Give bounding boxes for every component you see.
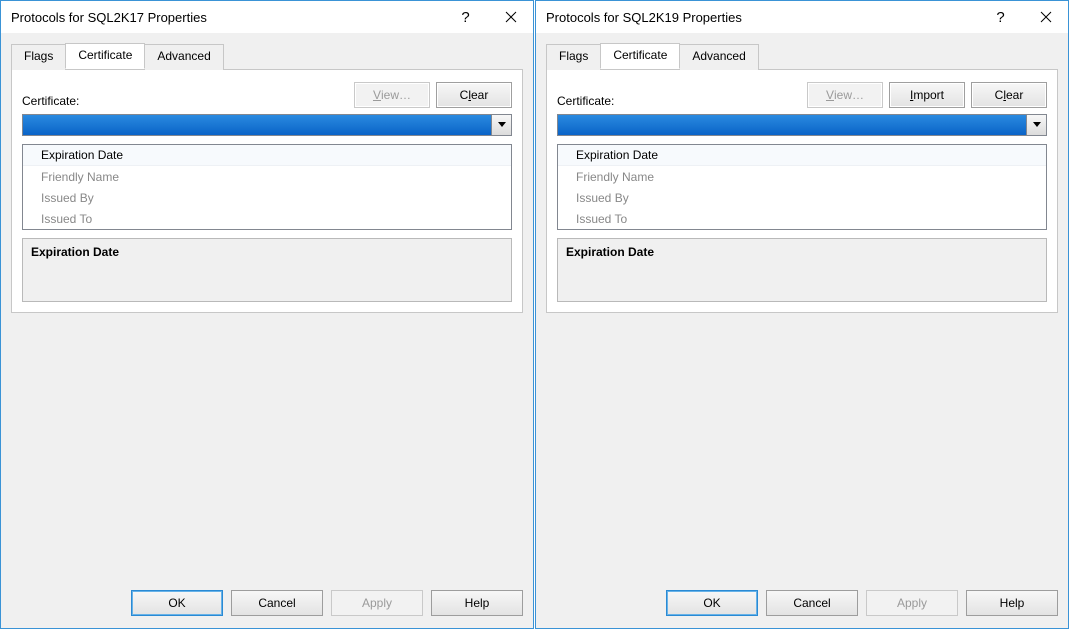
tab-flags[interactable]: Flags xyxy=(11,44,66,70)
description-title: Expiration Date xyxy=(31,245,503,259)
properties-grid: Expiration Date Friendly Name Issued By … xyxy=(22,144,512,230)
tab-panel-certificate: Certificate: View… Clear Expiration Date… xyxy=(11,69,523,313)
window-title: Protocols for SQL2K19 Properties xyxy=(546,10,978,25)
grid-cell-label: Expiration Date xyxy=(23,148,253,162)
help-button[interactable]: ? xyxy=(443,2,488,32)
description-box: Expiration Date xyxy=(557,238,1047,302)
grid-cell-label: Issued By xyxy=(23,191,253,205)
grid-row[interactable]: Issued By xyxy=(23,187,511,208)
grid-cell-label: Issued By xyxy=(558,191,788,205)
certificate-label: Certificate: xyxy=(22,94,79,108)
close-icon xyxy=(505,11,517,23)
cancel-button[interactable]: Cancel xyxy=(766,590,858,616)
grid-cell-label: Friendly Name xyxy=(23,170,253,184)
certificate-combo[interactable] xyxy=(557,114,1047,136)
certificate-combo-field[interactable] xyxy=(23,115,491,135)
description-box: Expiration Date xyxy=(22,238,512,302)
description-title: Expiration Date xyxy=(566,245,1038,259)
close-button[interactable] xyxy=(488,2,533,32)
tab-certificate[interactable]: Certificate xyxy=(600,43,680,69)
tab-certificate[interactable]: Certificate xyxy=(65,43,145,69)
grid-cell-label: Issued To xyxy=(558,212,788,226)
grid-row[interactable]: Issued To xyxy=(558,208,1046,229)
certificate-combo-button[interactable] xyxy=(1026,115,1046,135)
grid-cell-label: Friendly Name xyxy=(558,170,788,184)
grid-row[interactable]: Expiration Date xyxy=(558,145,1046,166)
grid-row[interactable]: Issued By xyxy=(558,187,1046,208)
view-button[interactable]: View… xyxy=(807,82,883,108)
tab-advanced[interactable]: Advanced xyxy=(144,44,223,70)
chevron-down-icon xyxy=(1033,122,1041,128)
properties-grid: Expiration Date Friendly Name Issued By … xyxy=(557,144,1047,230)
tab-strip: Flags Certificate Advanced xyxy=(11,43,523,69)
dialog-sql2k17: Protocols for SQL2K17 Properties ? Flags… xyxy=(0,0,534,629)
close-button[interactable] xyxy=(1023,2,1068,32)
cancel-button[interactable]: Cancel xyxy=(231,590,323,616)
certificate-combo-button[interactable] xyxy=(491,115,511,135)
grid-row[interactable]: Friendly Name xyxy=(558,166,1046,187)
dialog-button-row: OK Cancel Apply Help xyxy=(536,578,1068,628)
apply-button[interactable]: Apply xyxy=(331,590,423,616)
apply-button[interactable]: Apply xyxy=(866,590,958,616)
clear-button[interactable]: Clear xyxy=(436,82,512,108)
titlebar: Protocols for SQL2K19 Properties ? xyxy=(536,1,1068,33)
dialog-sql2k19: Protocols for SQL2K19 Properties ? Flags… xyxy=(535,0,1069,629)
close-icon xyxy=(1040,11,1052,23)
tab-flags[interactable]: Flags xyxy=(546,44,601,70)
certificate-combo[interactable] xyxy=(22,114,512,136)
tab-panel-certificate: Certificate: View… Import Clear Expirati… xyxy=(546,69,1058,313)
titlebar: Protocols for SQL2K17 Properties ? xyxy=(1,1,533,33)
help-button-bottom[interactable]: Help xyxy=(966,590,1058,616)
client-area: Flags Certificate Advanced Certificate: … xyxy=(536,33,1068,578)
help-button-bottom[interactable]: Help xyxy=(431,590,523,616)
client-area: Flags Certificate Advanced Certificate: … xyxy=(1,33,533,578)
tab-advanced[interactable]: Advanced xyxy=(679,44,758,70)
import-button[interactable]: Import xyxy=(889,82,965,108)
help-button[interactable]: ? xyxy=(978,2,1023,32)
ok-button[interactable]: OK xyxy=(666,590,758,616)
clear-button[interactable]: Clear xyxy=(971,82,1047,108)
grid-row[interactable]: Expiration Date xyxy=(23,145,511,166)
grid-cell-label: Expiration Date xyxy=(558,148,788,162)
window-title: Protocols for SQL2K17 Properties xyxy=(11,10,443,25)
grid-cell-label: Issued To xyxy=(23,212,253,226)
chevron-down-icon xyxy=(498,122,506,128)
tab-strip: Flags Certificate Advanced xyxy=(546,43,1058,69)
dialog-button-row: OK Cancel Apply Help xyxy=(1,578,533,628)
grid-row[interactable]: Issued To xyxy=(23,208,511,229)
grid-row[interactable]: Friendly Name xyxy=(23,166,511,187)
ok-button[interactable]: OK xyxy=(131,590,223,616)
certificate-combo-field[interactable] xyxy=(558,115,1026,135)
view-button[interactable]: View… xyxy=(354,82,430,108)
certificate-label: Certificate: xyxy=(557,94,614,108)
